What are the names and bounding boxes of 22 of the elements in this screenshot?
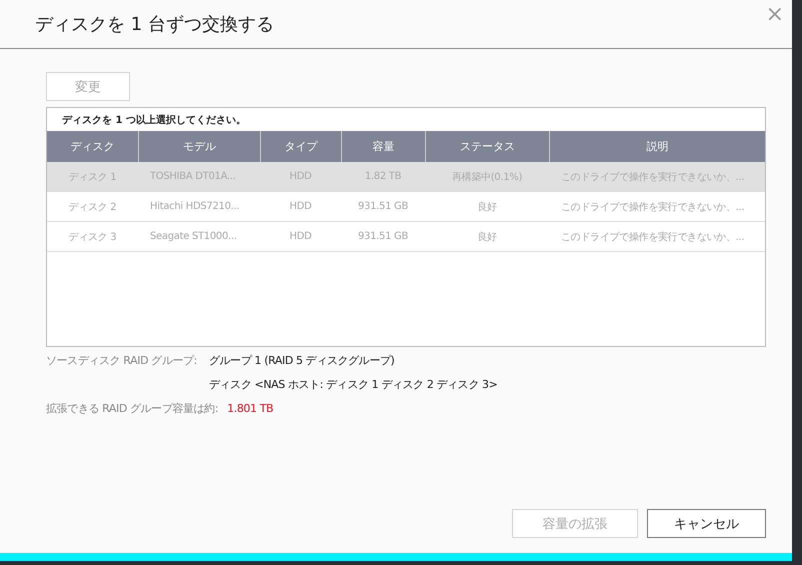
table-cell-text: ディスク 2 [68, 200, 118, 214]
info-value: 1.801 TB [227, 402, 274, 415]
info-value: グループ 1 (RAID 5 ディスクグループ) [209, 353, 394, 368]
dialog-title: ディスクを 1 台ずつ交換する [35, 13, 274, 36]
info-label: ソースディスク RAID グループ: [46, 353, 198, 368]
table-notice: ディスクを 1 つ以上選択してください。 [61, 114, 247, 128]
dialog-button[interactable]: キャンセル [647, 509, 766, 538]
table-cell-text: HDD [288, 200, 313, 214]
column-header[interactable]: ディスク [47, 131, 138, 162]
info-label: 拡張できる RAID グループ容量は約: [46, 401, 218, 416]
info-value: ディスク <NAS ホスト: ディスク 1 ディスク 2 ディスク 3> [209, 377, 498, 392]
table-cell-text: このドライブで操作を実行できないか、... [560, 230, 746, 244]
close-icon[interactable]: × [766, 2, 784, 27]
table-cell-text: Seagate ST1000... [149, 230, 238, 244]
table-cell-text: HDD [288, 230, 313, 244]
table-cell-text: ディスク 3 [68, 230, 118, 244]
table-cell-text: 良好 [476, 200, 498, 214]
table-cell-text: このドライブで操作を実行できないか、... [560, 200, 746, 214]
table-cell-text: 931.51 GB [356, 200, 410, 214]
table-cell-text: Hitachi HDS7210... [149, 200, 240, 214]
table-cell-text: 931.51 GB [356, 230, 410, 244]
table-cell-text: 良好 [476, 230, 498, 244]
